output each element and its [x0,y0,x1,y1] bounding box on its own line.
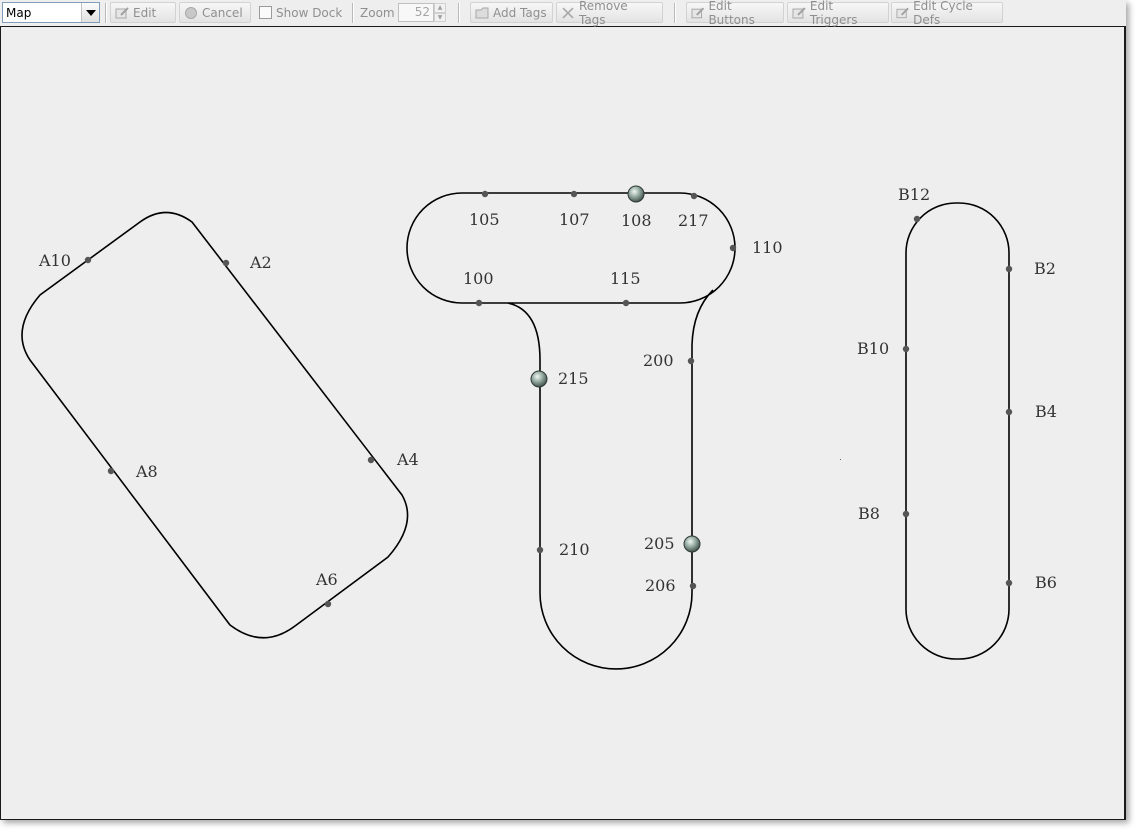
label-215: 215 [558,369,589,388]
sensor-a6[interactable] [324,600,332,608]
track-a [21,211,409,639]
sensor-a4[interactable] [367,456,375,464]
label-a10: A10 [38,251,71,270]
track-b [905,202,1010,660]
track-center-stem [507,289,714,670]
sensor-a10[interactable] [84,256,92,264]
label-b4: B4 [1035,402,1057,421]
label-205: 205 [644,534,675,553]
sensor-b4[interactable] [1005,408,1013,416]
sensor-115[interactable] [622,299,630,307]
canvas-border-bottom [0,819,1126,820]
map-dot [840,459,841,460]
vehicle-205[interactable] [683,535,701,553]
label-a6: A6 [315,570,338,589]
map-canvas[interactable]: A10 A2 A4 A8 A6 105 107 108 217 110 100 … [0,27,1126,820]
sensor-b6[interactable] [1005,579,1013,587]
vehicle-215[interactable] [530,370,548,388]
label-b8: B8 [858,504,880,523]
label-115: 115 [610,269,641,288]
app-window: Map Edit Cancel Show Dock Zoom 52 ▲ ▼ Ad… [0,0,1126,820]
label-100: 100 [463,269,494,288]
sensor-b12[interactable] [913,215,921,223]
label-217: 217 [678,211,709,230]
label-210: 210 [559,540,590,559]
sensor-b8[interactable] [902,510,910,518]
sensor-206[interactable] [689,582,697,590]
vehicle-108[interactable] [627,185,645,203]
label-b10: B10 [857,339,889,358]
sensor-100[interactable] [475,299,483,307]
label-a4: A4 [396,450,419,469]
sensor-a2[interactable] [222,259,230,267]
sensor-b2[interactable] [1005,265,1013,273]
sensor-105[interactable] [481,190,489,198]
label-b6: B6 [1035,573,1057,592]
sensor-a8[interactable] [107,467,115,475]
label-107: 107 [559,210,590,229]
sensor-200[interactable] [687,357,695,365]
label-206: 206 [645,576,676,595]
sensor-217[interactable] [690,192,698,200]
label-200: 200 [643,351,674,370]
canvas-border-right [1124,27,1126,820]
sensor-210[interactable] [536,546,544,554]
track-map[interactable]: A10 A2 A4 A8 A6 105 107 108 217 110 100 … [0,0,1126,820]
label-108: 108 [621,211,652,230]
label-a8: A8 [135,462,158,481]
label-b2: B2 [1034,259,1056,278]
label-105: 105 [469,210,500,229]
canvas-border-left [0,27,1,820]
label-a2: A2 [249,253,272,272]
label-b12: B12 [898,185,930,204]
sensor-107[interactable] [570,190,578,198]
sensor-110[interactable] [729,244,737,252]
sensor-b10[interactable] [902,345,910,353]
label-110: 110 [752,238,783,257]
